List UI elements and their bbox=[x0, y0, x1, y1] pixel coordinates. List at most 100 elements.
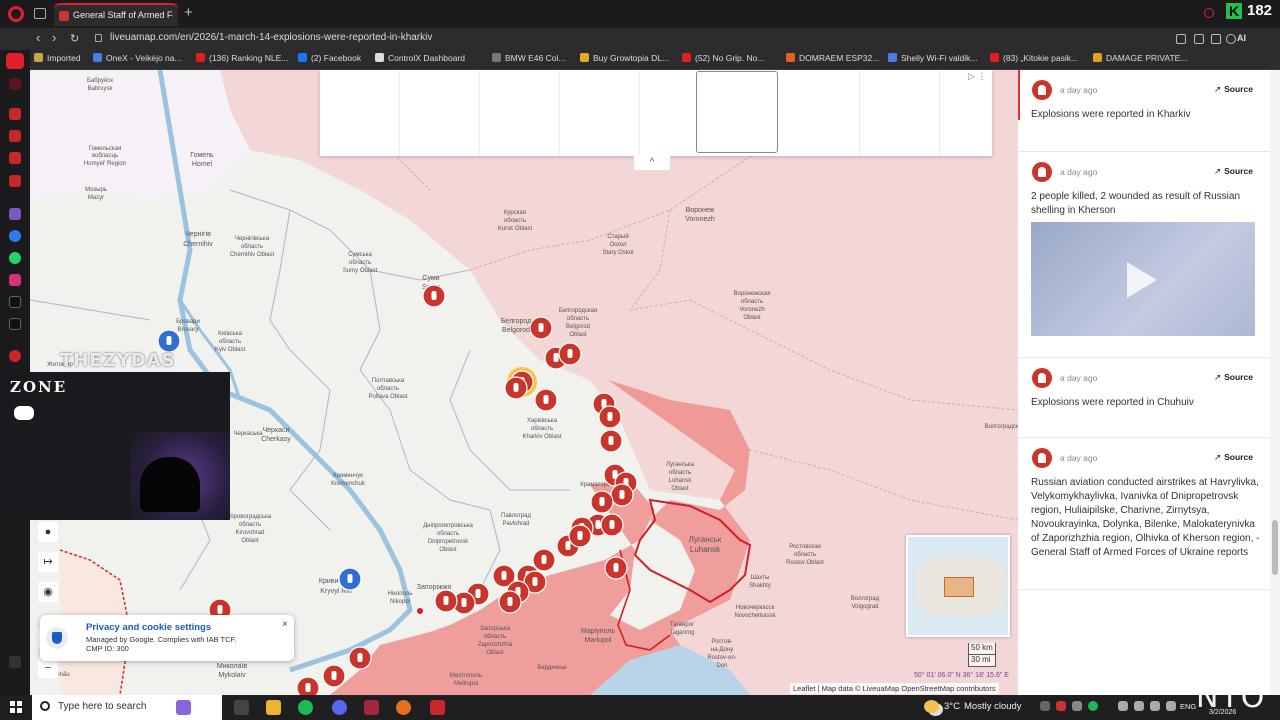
sidebar-app-icon[interactable] bbox=[9, 175, 21, 187]
x-icon[interactable] bbox=[9, 318, 21, 330]
news-text[interactable]: Explosions were reported in Kharkiv bbox=[1031, 108, 1261, 122]
sidebar-app-icon[interactable] bbox=[9, 130, 21, 142]
extensions-icon[interactable] bbox=[1176, 34, 1186, 44]
app-icon[interactable] bbox=[430, 700, 445, 715]
russia-incident-marker[interactable] bbox=[604, 556, 628, 580]
privacy-popup[interactable]: Privacy and cookie settings Managed by G… bbox=[40, 615, 294, 661]
browser-tab-active[interactable]: General Staff of Armed Fo bbox=[54, 3, 178, 26]
opera-gx-icon[interactable] bbox=[364, 700, 379, 715]
file-explorer-icon[interactable] bbox=[266, 700, 281, 715]
instagram-icon[interactable] bbox=[9, 274, 21, 286]
close-icon[interactable]: × bbox=[282, 619, 288, 630]
home-icon[interactable] bbox=[6, 53, 24, 69]
windows-start-icon[interactable] bbox=[10, 701, 22, 713]
news-item[interactable]: a day ago Source Explosions were reported … bbox=[1018, 70, 1270, 152]
opera-logo-icon[interactable] bbox=[8, 6, 24, 22]
bookmark-item[interactable]: (83) „Kitokie pasik... bbox=[990, 53, 1078, 63]
zoom-out-button[interactable]: − bbox=[38, 658, 58, 678]
tab-islands-icon[interactable] bbox=[34, 8, 46, 19]
ad-image[interactable] bbox=[696, 71, 778, 153]
download-icon[interactable] bbox=[1211, 34, 1221, 44]
url-field[interactable]: liveuamap.com/en/2026/1-march-14-explosi… bbox=[110, 32, 432, 43]
bookmark-item[interactable]: OneX - Veikėjo na... bbox=[93, 53, 182, 63]
bookmark-item[interactable]: (2) Facebook bbox=[298, 53, 361, 63]
forward-arrow-icon[interactable]: › bbox=[52, 30, 56, 45]
search-highlight-icon[interactable] bbox=[176, 700, 191, 715]
russia-incident-marker[interactable] bbox=[529, 316, 553, 340]
russia-incident-marker[interactable] bbox=[322, 664, 346, 688]
russia-incident-marker[interactable] bbox=[598, 405, 622, 429]
sidebar-app-icon[interactable] bbox=[9, 78, 21, 90]
news-feed-panel[interactable]: a day ago Source Explosions were reported … bbox=[1018, 70, 1280, 695]
play-icon[interactable] bbox=[1127, 262, 1157, 298]
search-tabs-icon[interactable] bbox=[1204, 8, 1214, 18]
snapshot-icon[interactable] bbox=[1194, 34, 1204, 44]
source-link[interactable]: Source bbox=[1214, 84, 1253, 95]
russia-incident-marker[interactable] bbox=[296, 676, 320, 695]
russia-incident-marker[interactable] bbox=[599, 429, 623, 453]
bookmark-item[interactable]: DAMAGE PRIVATE... bbox=[1093, 53, 1187, 63]
display-icon[interactable] bbox=[1166, 701, 1176, 711]
minimap[interactable] bbox=[906, 535, 1010, 637]
russia-incident-marker[interactable] bbox=[532, 548, 556, 572]
measure-button[interactable]: ↦ bbox=[38, 552, 58, 572]
task-view-icon[interactable] bbox=[234, 700, 249, 715]
bookmark-item[interactable]: (136) Ranking NLE... bbox=[196, 53, 288, 63]
aria-icon[interactable] bbox=[1226, 34, 1236, 44]
bookmark-item[interactable]: Imported bbox=[34, 53, 81, 63]
taskbar-search-box[interactable]: Type here to search bbox=[32, 695, 222, 720]
source-link[interactable]: Source bbox=[1214, 372, 1253, 383]
layers-toggle-button[interactable]: ◉ bbox=[38, 582, 58, 602]
bookmark-item[interactable]: Buy Growtopia DL... bbox=[580, 53, 669, 63]
russia-incident-marker[interactable] bbox=[498, 590, 522, 614]
network-icon[interactable] bbox=[1134, 701, 1144, 711]
ad-banner[interactable]: ▷ ⋮ bbox=[320, 70, 992, 156]
lock-icon[interactable] bbox=[95, 34, 102, 42]
news-video[interactable] bbox=[1031, 222, 1255, 336]
russia-incident-marker[interactable] bbox=[348, 646, 372, 670]
ai-label[interactable]: AI bbox=[1237, 33, 1246, 43]
aria-sidebar-icon[interactable] bbox=[9, 108, 21, 120]
battery-icon[interactable] bbox=[1150, 701, 1160, 711]
sidebar-app-icon[interactable] bbox=[9, 152, 21, 164]
steam-icon[interactable] bbox=[1072, 701, 1082, 711]
ad-collapse-button[interactable]: ^ bbox=[634, 156, 670, 170]
scrollbar-thumb[interactable] bbox=[1272, 520, 1278, 575]
russia-incident-marker[interactable] bbox=[600, 513, 624, 537]
sidebar-app-icon[interactable] bbox=[9, 208, 21, 220]
discord-icon[interactable] bbox=[332, 700, 347, 715]
tray-spotify-icon[interactable] bbox=[1088, 701, 1098, 711]
whatsapp-icon[interactable] bbox=[9, 252, 21, 264]
russia-incident-marker[interactable] bbox=[610, 483, 634, 507]
news-item[interactable]: a day ago Source Explosions were reported … bbox=[1018, 358, 1270, 438]
weather-description[interactable]: Mostly cloudy bbox=[964, 701, 1022, 712]
weather-temperature[interactable]: 3°C bbox=[944, 701, 960, 712]
bookmark-item[interactable]: BMW E46 Col... bbox=[492, 53, 565, 63]
bookmark-item[interactable]: DOMRAEM ESP32... bbox=[786, 53, 879, 63]
messenger-icon[interactable] bbox=[9, 230, 21, 242]
russia-incident-marker[interactable] bbox=[590, 490, 614, 514]
news-text[interactable]: Explosions were reported in Chuhuiv bbox=[1031, 396, 1261, 410]
minimap-viewport[interactable] bbox=[944, 577, 974, 597]
russia-incident-marker[interactable] bbox=[422, 284, 446, 308]
more-icon[interactable] bbox=[9, 656, 21, 668]
source-link[interactable]: Source bbox=[1214, 166, 1253, 177]
back-arrow-icon[interactable]: ‹ bbox=[36, 30, 40, 45]
russia-incident-marker[interactable] bbox=[558, 342, 582, 366]
spotify-icon[interactable] bbox=[298, 700, 313, 715]
ukraine-incident-marker[interactable] bbox=[338, 567, 362, 591]
locate-button[interactable]: ● bbox=[38, 522, 58, 542]
news-item[interactable]: a day ago Source Russian aviation conducte… bbox=[1018, 438, 1270, 590]
russia-incident-marker[interactable] bbox=[534, 388, 558, 412]
russia-incident-marker[interactable] bbox=[504, 376, 528, 400]
tray-chevron-icon[interactable] bbox=[1040, 701, 1050, 711]
volume-icon[interactable] bbox=[1118, 701, 1128, 711]
russia-incident-marker[interactable] bbox=[434, 589, 458, 613]
ad-choices-icon[interactable]: ▷ ⋮ bbox=[968, 71, 986, 82]
obs-icon[interactable] bbox=[396, 700, 411, 715]
player-icon[interactable] bbox=[9, 350, 21, 362]
bookmark-item[interactable]: ControlX Dashboard bbox=[375, 53, 465, 63]
source-link[interactable]: Source bbox=[1214, 452, 1253, 463]
weather-icon[interactable] bbox=[924, 700, 939, 713]
new-tab-button[interactable]: + bbox=[184, 4, 193, 21]
